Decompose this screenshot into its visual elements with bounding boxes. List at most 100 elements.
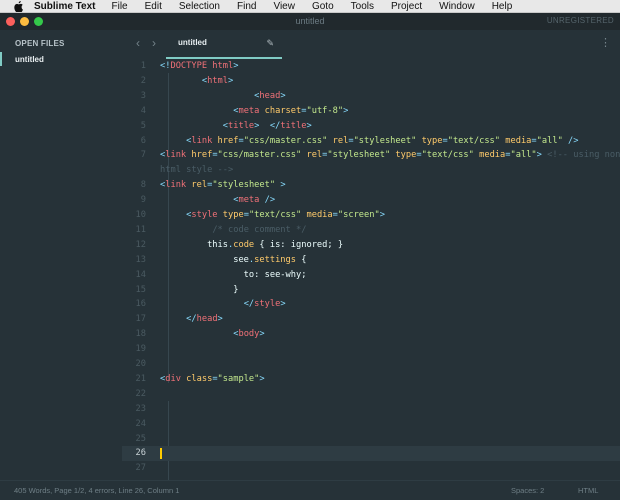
code-text: html style --> xyxy=(160,165,234,176)
code-text: <head> xyxy=(254,90,286,101)
menu-goto[interactable]: Goto xyxy=(312,0,334,13)
code-text: <body> xyxy=(233,329,265,340)
menu-window[interactable]: Window xyxy=(439,0,475,13)
code-text: <link rel="stylesheet" > xyxy=(160,180,286,191)
code-text: <meta /> xyxy=(233,195,276,206)
code-line[interactable]: 11 /* code comment */ xyxy=(122,223,620,238)
code-line[interactable]: 5 <title> </title> xyxy=(122,119,620,134)
line-number: 12 xyxy=(135,239,146,250)
line-number: 1 xyxy=(140,61,146,71)
code-text: to: see-why; xyxy=(160,269,307,280)
menu-find[interactable]: Find xyxy=(237,0,256,13)
menu-tools[interactable]: Tools xyxy=(351,0,374,13)
code-line[interactable]: 24 xyxy=(122,417,620,432)
indentation-setting[interactable]: Spaces: 2 xyxy=(511,486,544,495)
code-line[interactable]: 17 </head> xyxy=(122,312,620,327)
code-text: <link href="css/master.css" rel="stylesh… xyxy=(186,135,579,146)
tab-untitled[interactable]: untitled ✎ xyxy=(166,30,282,59)
code-line[interactable]: 15 } xyxy=(122,283,620,298)
line-number: 6 xyxy=(140,135,146,146)
code-line[interactable]: 13 see.settings { xyxy=(122,253,620,268)
line-number: 5 xyxy=(140,120,146,131)
active-file-marker xyxy=(0,52,2,66)
line-number: 23 xyxy=(135,403,146,414)
sidebar-file-untitled[interactable]: untitled xyxy=(0,52,122,66)
line-number: 4 xyxy=(140,105,146,116)
pencil-icon: ✎ xyxy=(266,38,274,48)
line-number: 13 xyxy=(135,254,146,265)
code-line[interactable]: 27 xyxy=(122,461,620,476)
line-number: 8 xyxy=(140,180,146,191)
status-text: 405 Words, Page 1/2, 4 errors, Line 26, … xyxy=(14,486,180,495)
code-line[interactable]: 1 <!DOCTYPE html> xyxy=(122,59,620,74)
line-number: 11 xyxy=(135,224,146,235)
line-number: 14 xyxy=(135,269,146,280)
menu-edit[interactable]: Edit xyxy=(145,0,162,13)
menu-project[interactable]: Project xyxy=(391,0,422,13)
code-editor[interactable]: 1 <!DOCTYPE html> 2 <html> 3 <head> 4 <meta … xyxy=(122,59,620,480)
status-bar: 405 Words, Page 1/2, 4 errors, Line 26, … xyxy=(0,480,620,500)
code-text: <link href="css/master.css" rel="stylesh… xyxy=(160,150,620,161)
line-number: 22 xyxy=(135,388,146,399)
menu-view[interactable]: View xyxy=(273,0,295,13)
registration-status: UNREGISTERED xyxy=(546,16,614,25)
code-line[interactable]: 20 xyxy=(122,357,620,372)
code-line[interactable]: 3 <head> xyxy=(122,89,620,104)
code-line[interactable]: 22 xyxy=(122,387,620,402)
chevron-right-icon[interactable]: › xyxy=(152,36,156,50)
code-text: </style> xyxy=(243,299,286,310)
window-title: untitled xyxy=(295,16,325,26)
line-number: 26 xyxy=(135,448,146,459)
code-line[interactable]: 7 <link href="css/master.css" rel="styles… xyxy=(122,148,620,163)
line-number: 20 xyxy=(135,359,146,369)
line-number: 21 xyxy=(135,373,146,384)
line-number: 10 xyxy=(135,210,146,220)
menu-file[interactable]: File xyxy=(112,0,128,13)
code-line[interactable]: 2 <html> xyxy=(122,74,620,89)
tab-label: untitled xyxy=(178,38,207,47)
menu-app-name[interactable]: Sublime Text xyxy=(34,0,96,13)
code-text: see.settings { xyxy=(160,254,307,265)
text-cursor xyxy=(160,448,162,460)
code-text: this.code { is: ignored; } xyxy=(160,239,344,250)
window-title-bar: untitled UNREGISTERED xyxy=(0,13,620,30)
code-line[interactable]: 26 xyxy=(122,446,620,462)
code-line[interactable]: 4 <meta charset="utf-8"> xyxy=(122,104,620,119)
line-number: 19 xyxy=(135,344,146,355)
syntax-mode[interactable]: HTML xyxy=(578,486,598,495)
line-number: 15 xyxy=(135,284,146,295)
line-number: 24 xyxy=(135,418,146,429)
code-line[interactable]: 8 <link rel="stylesheet" > xyxy=(122,178,620,193)
line-number: 17 xyxy=(135,314,146,325)
open-files-heading: OPEN FILES xyxy=(15,39,65,48)
code-text: <div class="sample"> xyxy=(160,373,265,384)
code-line[interactable]: 23 xyxy=(122,402,620,417)
menu-help[interactable]: Help xyxy=(492,0,513,13)
code-line[interactable]: 16 </style> xyxy=(122,297,620,312)
line-number: 18 xyxy=(135,329,146,340)
code-line[interactable]: 9 <meta /> xyxy=(122,193,620,208)
code-line[interactable]: 6 <link href="css/master.css" rel="style… xyxy=(122,134,620,149)
code-line[interactable]: 25 xyxy=(122,432,620,447)
code-text: <meta charset="utf-8"> xyxy=(233,105,349,116)
menu-selection[interactable]: Selection xyxy=(179,0,220,13)
code-line[interactable]: 14 to: see-why; xyxy=(122,268,620,283)
code-text: <html> xyxy=(201,75,234,86)
chevron-left-icon[interactable]: ‹ xyxy=(136,36,140,50)
code-line[interactable]: 18 <body> xyxy=(122,327,620,342)
code-line[interactable]: 12 this.code { is: ignored; } xyxy=(122,238,620,253)
code-line[interactable]: html style --> xyxy=(122,163,620,178)
more-options-icon[interactable]: ⋮ xyxy=(600,38,611,49)
code-line[interactable]: 21 <div class="sample"> xyxy=(122,372,620,387)
sidebar: OPEN FILES untitled xyxy=(0,30,122,480)
line-number: 2 xyxy=(140,75,146,86)
code-text: <style type="text/css" media="screen"> xyxy=(186,210,385,220)
code-line[interactable]: 10 <style type="text/css" media="screen"… xyxy=(122,208,620,223)
line-number: 7 xyxy=(140,150,146,161)
code-text: /* code comment */ xyxy=(212,224,307,235)
code-text: <title> </title> xyxy=(222,120,312,131)
code-text: </head> xyxy=(186,314,223,325)
apple-logo-icon[interactable] xyxy=(12,0,24,12)
code-line[interactable]: 19 xyxy=(122,342,620,357)
system-menu-bar: Sublime Text File Edit Selection Find Vi… xyxy=(0,0,620,13)
